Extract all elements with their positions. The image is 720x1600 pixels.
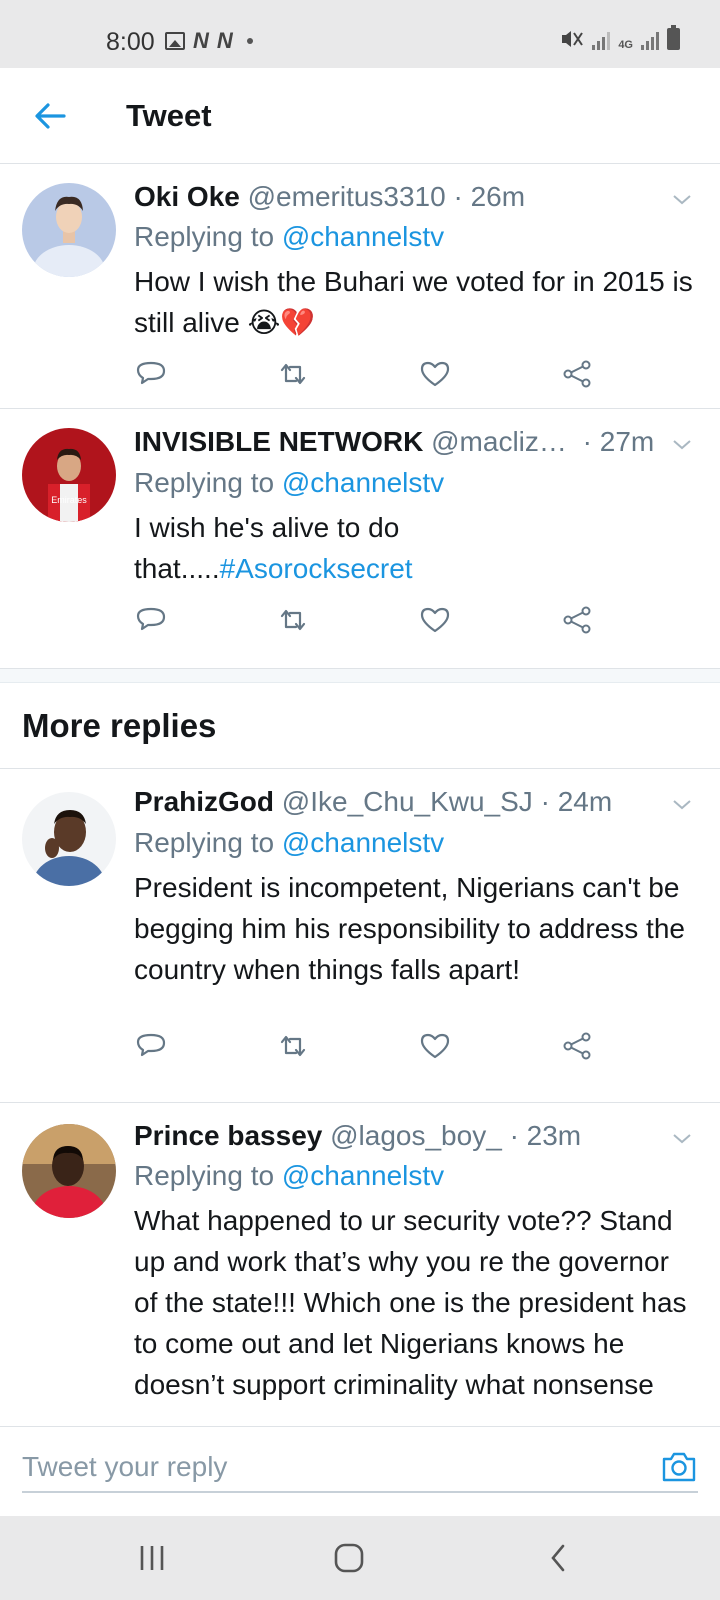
n-icon: N <box>216 28 233 53</box>
tweet-header: PrahizGod @Ike_Chu_Kwu_SJ · 24m <box>134 784 612 820</box>
signal-icon <box>641 30 659 50</box>
tweet-actions <box>134 357 614 397</box>
user-name[interactable]: Oki Oke <box>134 181 240 212</box>
hashtag-link[interactable]: #Asorocksecret <box>220 553 413 584</box>
chevron-down-icon[interactable] <box>670 792 694 816</box>
section-title: More replies <box>22 707 217 744</box>
back-icon[interactable] <box>537 1536 581 1580</box>
system-nav-bar <box>0 1516 720 1600</box>
tweet-item[interactable]: Prince bassey @lagos_boy_ · 23m Replying… <box>0 1104 720 1426</box>
signal-icon <box>592 30 611 50</box>
tweet-text: President is incompetent, Nigerians can'… <box>134 872 685 985</box>
user-handle[interactable]: @lagos_boy_ <box>330 1120 502 1151</box>
section-divider <box>0 669 720 683</box>
heart-icon[interactable] <box>418 1029 452 1063</box>
tweet-item[interactable]: Oki Oke @emeritus3310 · 26m Replying to … <box>0 165 720 409</box>
mention-link[interactable]: @channelstv <box>282 827 444 858</box>
avatar[interactable] <box>22 1124 116 1218</box>
mention-link[interactable]: @channelstv <box>282 221 444 252</box>
tweet-time: · 27m <box>582 426 655 457</box>
retweet-icon[interactable] <box>276 1029 310 1063</box>
user-name[interactable]: PrahizGod <box>134 786 274 817</box>
heart-icon[interactable] <box>418 357 452 391</box>
tweet-text: How I wish the Buhari we voted for in 20… <box>134 266 693 338</box>
retweet-icon[interactable] <box>276 357 310 391</box>
camera-icon[interactable] <box>660 1449 698 1485</box>
share-icon[interactable] <box>560 1029 594 1063</box>
tweet-actions <box>134 603 614 643</box>
mute-icon <box>562 31 584 47</box>
retweet-icon[interactable] <box>276 603 310 637</box>
replying-to: Replying to @channelstv <box>134 221 445 252</box>
user-name[interactable]: INVISIBLE NETWORK <box>134 426 423 457</box>
share-icon[interactable] <box>560 357 594 391</box>
page-title: Tweet <box>126 98 212 133</box>
heart-icon[interactable] <box>418 603 452 637</box>
chevron-down-icon[interactable] <box>670 432 694 456</box>
reply-icon[interactable] <box>134 357 168 391</box>
tweet-header: Prince bassey @lagos_boy_ · 23m <box>134 1118 581 1154</box>
tweet-time: · 24m <box>540 786 613 817</box>
avatar[interactable] <box>22 183 116 277</box>
notification-icons: N N <box>165 28 253 53</box>
avatar[interactable]: Emirates <box>22 428 116 522</box>
system-icons: 4G <box>560 25 680 51</box>
more-replies-header: More replies <box>0 683 720 769</box>
emoji: 😭💔 <box>247 307 316 338</box>
recent-apps-icon[interactable] <box>130 1536 174 1580</box>
svg-text:Emirates: Emirates <box>51 495 87 505</box>
tweet-header: Oki Oke @emeritus3310 · 26m <box>134 179 525 215</box>
network-badge: 4G <box>618 39 633 51</box>
chevron-down-icon[interactable] <box>670 187 694 211</box>
image-icon <box>165 32 185 50</box>
tweet-item[interactable]: Emirates INVISIBLE NETWORK @macliz… · 27… <box>0 410 720 669</box>
battery-icon <box>667 25 680 50</box>
tweet-text: What happened to ur security vote?? Stan… <box>134 1205 687 1400</box>
dot-icon <box>246 38 253 44</box>
user-handle[interactable]: @emeritus3310 <box>248 181 446 212</box>
tweet-actions <box>134 1029 614 1069</box>
mention-link[interactable]: @channelstv <box>282 467 444 498</box>
status-time: 8:00 <box>106 28 155 56</box>
user-handle[interactable]: @macliz… <box>431 426 567 457</box>
tweet-header: INVISIBLE NETWORK @macliz… · 27m <box>134 424 654 460</box>
n-icon: N <box>193 28 209 53</box>
replying-to: Replying to @channelstv <box>134 467 445 498</box>
reply-icon[interactable] <box>134 1029 168 1063</box>
replying-to: Replying to @channelstv <box>134 1160 445 1191</box>
user-name[interactable]: Prince bassey <box>134 1120 322 1151</box>
replying-to: Replying to @channelstv <box>134 827 445 858</box>
reply-composer <box>0 1426 720 1516</box>
user-handle[interactable]: @Ike_Chu_Kwu_SJ <box>282 786 533 817</box>
home-icon[interactable] <box>327 1536 371 1580</box>
share-icon[interactable] <box>560 603 594 637</box>
tweet-time: · 23m <box>509 1120 582 1151</box>
chevron-down-icon[interactable] <box>670 1126 694 1150</box>
tweet-time: · 26m <box>453 181 526 212</box>
mention-link[interactable]: @channelstv <box>282 1160 444 1191</box>
reply-icon[interactable] <box>134 603 168 637</box>
arrow-left-icon[interactable] <box>30 96 70 136</box>
status-bar: 8:00 N N 4G <box>0 0 720 68</box>
tweet-text: I wish he's alive to do that.....#Asoroc… <box>134 512 413 584</box>
tweet-item[interactable]: PrahizGod @Ike_Chu_Kwu_SJ · 24m Replying… <box>0 770 720 1103</box>
top-bar: Tweet <box>0 68 720 164</box>
reply-input[interactable] <box>22 1443 698 1493</box>
avatar[interactable] <box>22 792 116 886</box>
